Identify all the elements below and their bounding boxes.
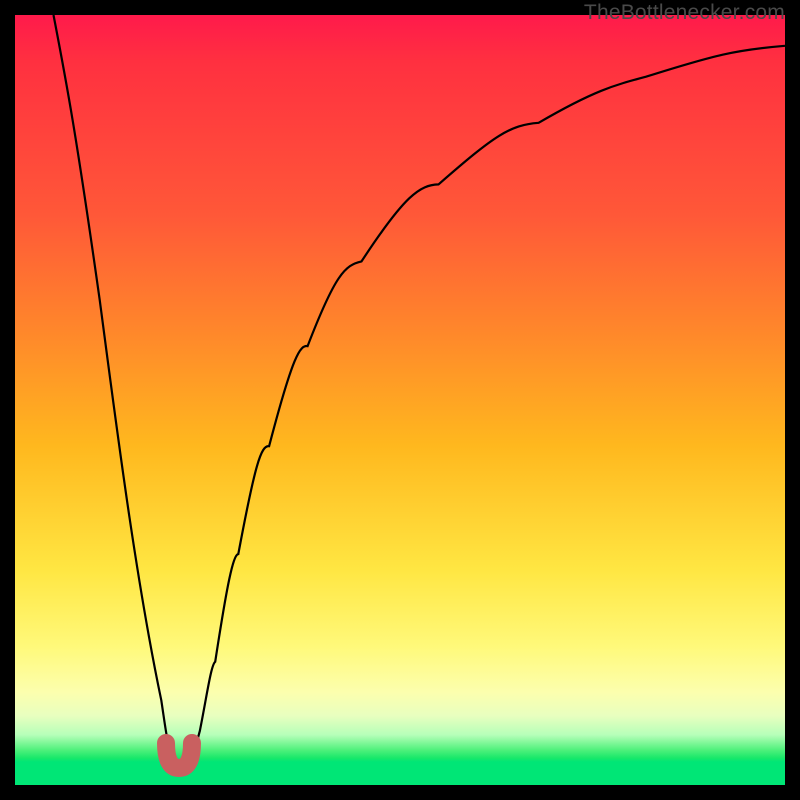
bottleneck-curve — [54, 15, 786, 771]
chart-frame: TheBottlenecker.com — [0, 0, 800, 800]
optimal-marker — [166, 743, 192, 768]
bottleneck-curve-svg — [15, 15, 785, 785]
watermark-text: TheBottlenecker.com — [584, 1, 785, 25]
